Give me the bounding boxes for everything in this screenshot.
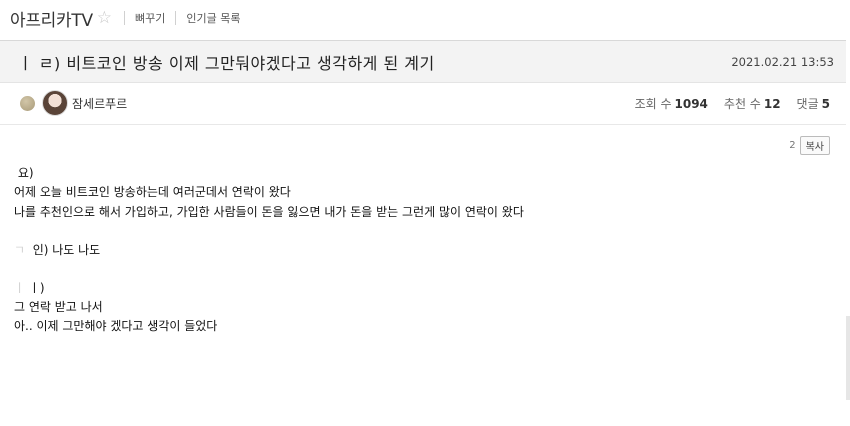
comments-stat[interactable]: 댓글 5 — [797, 95, 830, 112]
content-line: 어제 오늘 비트코인 방송하는데 여러군데서 연락이 왔다 — [14, 185, 291, 199]
content-line: 아.. 이제 그만해야 겠다고 생각이 들었다 — [14, 319, 218, 333]
top-bar: 아프리카TV ☆ 뼈꾸기 인기글 목록 — [0, 0, 850, 36]
scrollbar[interactable] — [846, 316, 850, 400]
content-line: ㄱ 인) 나도 나도 — [14, 243, 101, 257]
post-date: 2021.02.21 13:53 — [731, 54, 834, 69]
author-nickname[interactable]: 잠세르푸르 — [72, 95, 127, 112]
content-line: ㅣ ㅣ) — [14, 281, 45, 295]
divider — [175, 11, 177, 25]
copy-number: 2 — [789, 140, 796, 151]
views-stat: 조회 수 1094 — [634, 96, 708, 111]
copy-button[interactable]: 복사 — [799, 136, 830, 155]
recommend-stat: 추천 수 12 — [723, 96, 781, 111]
divider — [124, 11, 126, 25]
link-popular-list[interactable]: 인기글 목록 — [186, 10, 240, 26]
post-title: ㅣ ㄹ) 비트코인 방송 이제 그만둬야겠다고 생각하게 된 계기 — [18, 53, 435, 73]
star-icon[interactable]: ☆ — [97, 8, 112, 28]
content-line: 그 연락 받고 나서 — [14, 300, 103, 314]
avatar[interactable] — [42, 90, 68, 116]
copy-area: 2 복사 — [789, 136, 830, 155]
board-title[interactable]: 아프리카TV — [10, 6, 93, 31]
content-line: 나를 추천인으로 해서 가입하고, 가입한 사람들이 돈을 잃으면 내가 돈을 … — [14, 205, 524, 219]
level-badge-icon — [20, 95, 35, 111]
link-bbukkugi[interactable]: 뼈꾸기 — [135, 10, 165, 26]
post-meta-row: 잠세르푸르 조회 수 1094 추천 수 12 댓글 5 — [0, 82, 846, 125]
post-stats: 조회 수 1094 추천 수 12 댓글 5 — [635, 95, 830, 112]
content-line: 요) — [17, 166, 34, 180]
post-title-row: ㅣ ㄹ) 비트코인 방송 이제 그만둬야겠다고 생각하게 된 계기 2021.0… — [0, 40, 846, 83]
